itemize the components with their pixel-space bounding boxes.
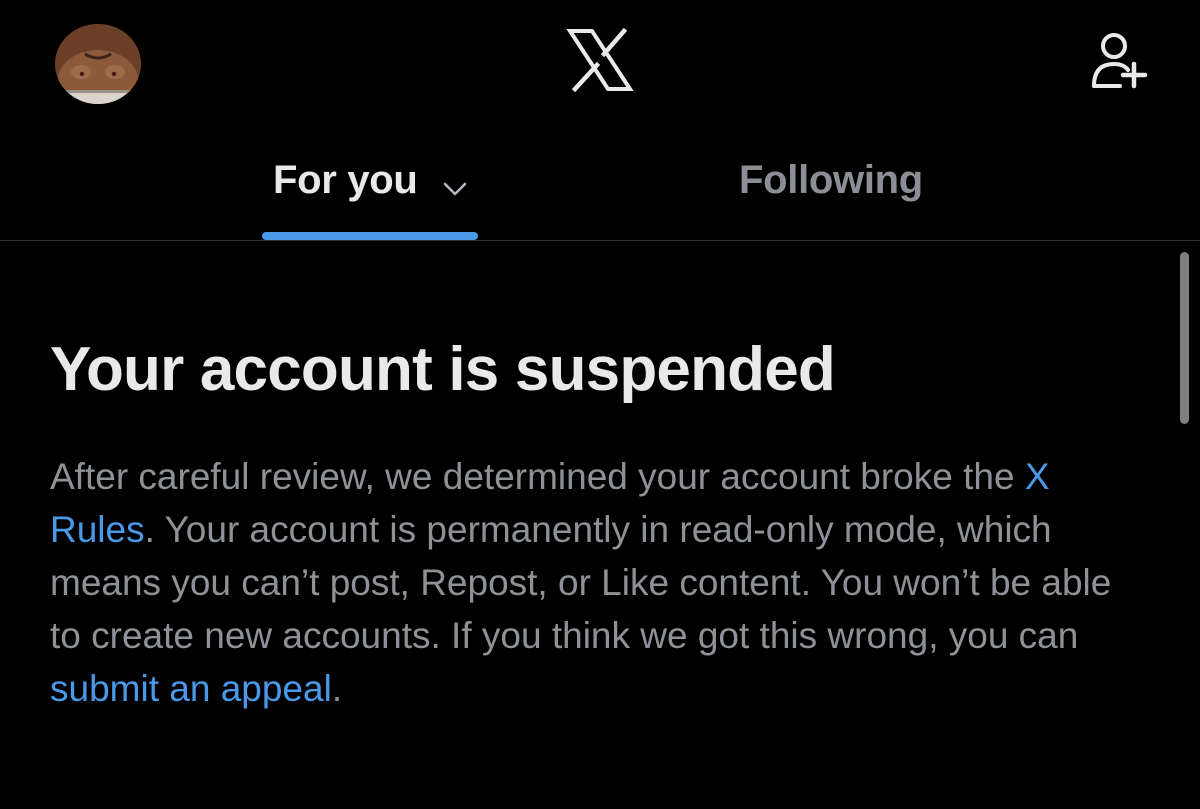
timeline-tabs: For you Following [0,150,1200,240]
add-user-icon[interactable] [1090,30,1148,92]
tab-following-label: Following [739,158,923,202]
message-text-3: . [331,668,343,709]
avatar-photo-icon [55,24,141,104]
chevron-down-icon[interactable] [442,180,468,198]
tab-for-you-label: For you [273,158,418,202]
message-text-1: After careful review, we determined your… [50,456,1025,497]
top-bar [0,0,1200,150]
active-tab-indicator [262,232,478,240]
suspension-message: After careful review, we determined your… [50,450,1140,715]
tab-for-you[interactable]: For you [262,150,478,240]
tabs-divider [0,240,1200,241]
message-text-2: . Your account is permanently in read-on… [50,509,1112,656]
suspension-title: Your account is suspended [50,335,836,404]
x-logo-icon[interactable] [566,28,634,92]
submit-appeal-link[interactable]: submit an appeal [50,668,332,709]
profile-avatar[interactable] [55,24,141,104]
scrollbar-thumb[interactable] [1180,252,1189,424]
tab-following[interactable]: Following [700,150,976,240]
